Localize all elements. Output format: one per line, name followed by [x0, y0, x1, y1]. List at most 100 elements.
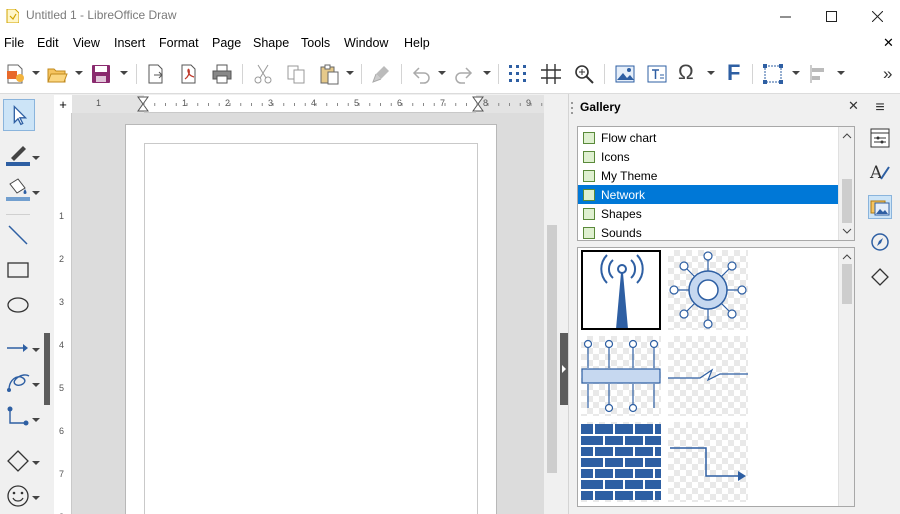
- chevron-right-icon: [562, 365, 566, 373]
- gallery-theme-shapes[interactable]: Shapes: [578, 204, 840, 223]
- gallery-theme-my-theme[interactable]: My Theme: [578, 166, 840, 185]
- line-color-icon[interactable]: [5, 142, 31, 168]
- rectangle-tool-icon[interactable]: [5, 257, 31, 283]
- fill-color-dropdown[interactable]: [32, 191, 40, 195]
- display-grid-icon[interactable]: [507, 63, 529, 85]
- curves-dropdown[interactable]: [32, 383, 40, 387]
- tab-gallery[interactable]: [868, 195, 892, 219]
- close-document-button[interactable]: ✕: [883, 35, 894, 51]
- menu-window[interactable]: Window: [344, 36, 388, 50]
- tab-navigator[interactable]: [868, 230, 892, 254]
- separator: [604, 64, 605, 84]
- ruler-origin-icon[interactable]: +: [54, 95, 72, 113]
- minimize-button[interactable]: [762, 0, 808, 32]
- basic-shapes-icon[interactable]: [5, 448, 31, 474]
- maximize-button[interactable]: [808, 0, 854, 32]
- redo-dropdown[interactable]: [483, 71, 491, 75]
- line-color-dropdown[interactable]: [32, 156, 40, 160]
- special-character-icon[interactable]: Ω: [678, 61, 700, 84]
- tab-styles[interactable]: A: [868, 160, 892, 184]
- insert-image-icon[interactable]: [614, 63, 636, 85]
- undo-icon[interactable]: [410, 63, 432, 85]
- gallery-item-switch[interactable]: [581, 336, 661, 416]
- menu-page[interactable]: Page: [212, 36, 241, 50]
- sidebar-menu-button[interactable]: ≡: [868, 96, 892, 120]
- align-objects-icon[interactable]: [807, 63, 829, 85]
- menu-format[interactable]: Format: [159, 36, 199, 50]
- gallery-item-antenna[interactable]: [581, 250, 662, 331]
- basic-shapes-dropdown[interactable]: [32, 461, 40, 465]
- drawing-canvas[interactable]: [72, 113, 544, 514]
- menu-view[interactable]: View: [73, 36, 100, 50]
- tab-shapes[interactable]: [868, 265, 892, 289]
- ellipse-tool-icon[interactable]: [5, 292, 31, 318]
- ruler-ticks: [72, 95, 544, 113]
- gallery-theme-network[interactable]: Network: [578, 185, 840, 204]
- curves-polygons-icon[interactable]: [5, 370, 31, 396]
- open-dropdown[interactable]: [75, 71, 83, 75]
- cut-icon[interactable]: [252, 63, 274, 85]
- insert-textbox-icon[interactable]: [646, 63, 668, 85]
- left-pane-collapse-handle[interactable]: [44, 333, 50, 405]
- vertical-ruler[interactable]: 12345678: [54, 113, 72, 514]
- connectors-dropdown[interactable]: [32, 418, 40, 422]
- ruler-label: 6: [59, 426, 65, 436]
- sidebar-collapse-handle[interactable]: [560, 333, 568, 405]
- fontwork-icon[interactable]: F: [727, 61, 749, 85]
- gallery-theme-icons[interactable]: Icons: [578, 147, 840, 166]
- transformations-icon[interactable]: [762, 63, 784, 85]
- menu-insert[interactable]: Insert: [114, 36, 145, 50]
- select-arrow-icon[interactable]: [3, 99, 35, 131]
- fill-color-icon[interactable]: [5, 177, 31, 203]
- connectors-icon[interactable]: [5, 405, 31, 431]
- menu-file[interactable]: File: [4, 36, 24, 50]
- close-deck-button[interactable]: ✕: [848, 98, 859, 114]
- helplines-icon[interactable]: [540, 63, 562, 85]
- save-icon[interactable]: [90, 63, 112, 85]
- gallery-item-scrollbar[interactable]: [838, 248, 854, 506]
- vertical-scrollbar[interactable]: [544, 95, 558, 514]
- export-pdf-icon[interactable]: [178, 63, 200, 85]
- export-icon[interactable]: [145, 63, 167, 85]
- lines-arrows-icon[interactable]: [5, 335, 31, 361]
- transformations-dropdown[interactable]: [792, 71, 800, 75]
- close-window-button[interactable]: [854, 0, 900, 32]
- align-objects-dropdown[interactable]: [837, 71, 845, 75]
- clone-formatting-icon[interactable]: [370, 63, 392, 85]
- new-document-dropdown[interactable]: [32, 71, 40, 75]
- print-icon[interactable]: [211, 63, 233, 85]
- theme-folder-icon: [583, 188, 595, 201]
- drawing-page[interactable]: [126, 125, 496, 514]
- gallery-item-wan-link[interactable]: [668, 336, 748, 416]
- zoom-pan-icon[interactable]: [573, 63, 595, 85]
- open-folder-icon[interactable]: [46, 63, 68, 85]
- undo-dropdown[interactable]: [438, 71, 446, 75]
- line-tool-icon[interactable]: [5, 222, 31, 248]
- gallery-theme-sounds[interactable]: Sounds: [578, 223, 840, 242]
- menu-shape[interactable]: Shape: [253, 36, 289, 50]
- special-character-dropdown[interactable]: [707, 71, 715, 75]
- menu-tools[interactable]: Tools: [301, 36, 330, 50]
- horizontal-ruler[interactable]: 1 1 2 3 4 5 6 7 8 9: [72, 95, 544, 113]
- gallery-icon: [870, 200, 890, 216]
- symbol-shapes-dropdown[interactable]: [32, 496, 40, 500]
- menu-edit[interactable]: Edit: [37, 36, 59, 50]
- save-dropdown[interactable]: [120, 71, 128, 75]
- gallery-item-firewall[interactable]: [581, 422, 661, 502]
- tab-properties[interactable]: [868, 126, 892, 150]
- paste-dropdown[interactable]: [346, 71, 354, 75]
- copy-icon[interactable]: [285, 63, 307, 85]
- lines-arrows-dropdown[interactable]: [32, 348, 40, 352]
- toolbar-overflow-button[interactable]: »: [883, 64, 892, 84]
- draw-app-icon: [6, 9, 19, 23]
- scrollbar-thumb[interactable]: [547, 225, 557, 473]
- theme-list-scrollbar[interactable]: [838, 127, 854, 240]
- new-document-icon[interactable]: [5, 63, 27, 85]
- gallery-item-hub[interactable]: [668, 250, 748, 330]
- redo-icon[interactable]: [453, 63, 475, 85]
- paste-icon[interactable]: [318, 63, 340, 85]
- symbol-shapes-icon[interactable]: [5, 483, 31, 509]
- gallery-theme-flow-chart[interactable]: Flow chart: [578, 128, 840, 147]
- menu-help[interactable]: Help: [404, 36, 430, 50]
- gallery-item-connector[interactable]: [668, 422, 748, 502]
